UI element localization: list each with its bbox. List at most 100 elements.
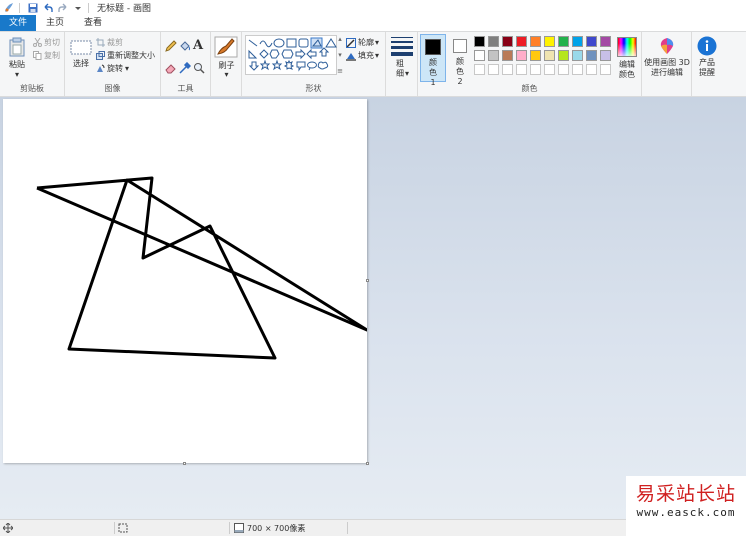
canvas-workspace [0,97,746,519]
outline-icon [346,37,356,48]
edit-colors-label: 编辑颜色 [619,60,635,79]
palette-swatch-empty[interactable] [572,64,583,75]
cut-button[interactable]: 剪切 [32,37,60,48]
selection-size-icon [118,520,128,536]
palette-swatch[interactable] [488,36,499,47]
chevron-down-icon[interactable]: ▾ [338,51,342,59]
rotate-icon [95,64,105,74]
product-alert-label: 产品提醒 [699,58,715,77]
resize-label: 重新调整大小 [107,51,155,60]
resize-icon [95,51,105,61]
palette-swatch[interactable] [586,36,597,47]
palette-swatch-empty[interactable] [544,64,555,75]
palette-swatch[interactable] [488,50,499,61]
size-group[interactable]: 粗细▾ [386,32,418,96]
palette-swatch-empty[interactable] [474,64,485,75]
size-label-text: 粗细 [395,59,404,78]
palette-swatch-empty[interactable] [530,64,541,75]
tools-group: A 工具 [161,32,211,96]
palette-swatch[interactable] [474,36,485,47]
shape-fill-icon [346,51,356,61]
magnifier-icon[interactable] [193,62,205,74]
paste-button[interactable]: 粘贴 ▾ [4,35,30,81]
palette-swatch[interactable] [586,50,597,61]
eraser-icon[interactable] [165,62,177,74]
chevron-up-icon[interactable]: ▴ [338,35,342,43]
scissors-icon [32,38,42,48]
product-alert-button[interactable]: 产品提醒 [692,32,722,96]
palette-swatch-empty[interactable] [488,64,499,75]
color-picker-icon[interactable] [179,61,192,74]
paint3d-button[interactable]: 使用画图 3D 进行编辑 [642,32,692,96]
palette-swatch-empty[interactable] [502,64,513,75]
palette-swatch[interactable] [600,36,611,47]
rotate-button[interactable]: 旋转 ▾ [95,63,129,74]
save-icon[interactable] [27,2,39,14]
color1-button[interactable]: 颜色 1 [420,34,446,87]
resize-handle-right[interactable] [366,279,369,282]
crop-icon [95,38,105,48]
brushes-group[interactable]: 刷子 ▾ [211,32,242,96]
color2-swatch [453,39,467,53]
palette-swatch[interactable] [544,50,555,61]
fill-icon[interactable] [179,40,191,52]
expand-icon[interactable]: ≡ [337,67,343,75]
title-bar: 无标题 - 画图 [0,0,746,15]
document-title: 无标题 - 画图 [97,4,151,14]
palette-swatch[interactable] [558,50,569,61]
palette-swatch[interactable] [558,36,569,47]
color-palette [474,36,618,80]
status-divider [229,522,230,534]
palette-swatch[interactable] [516,50,527,61]
resize-handle-corner[interactable] [366,462,369,465]
palette-swatch-empty[interactable] [558,64,569,75]
palette-swatch[interactable] [530,36,541,47]
palette-swatch[interactable] [516,36,527,47]
outline-label: 轮廓 [358,38,374,47]
color1-swatch [425,39,441,55]
color2-button[interactable]: 颜色 2 [448,34,474,86]
resize-handle-bottom[interactable] [183,462,186,465]
palette-swatch-empty[interactable] [516,64,527,75]
copy-button[interactable]: 复制 [32,50,60,61]
palette-swatch-empty[interactable] [600,64,611,75]
edit-colors-button[interactable]: 编辑颜色 [616,35,640,81]
fill-button[interactable]: 填充 ▾ [346,50,379,61]
shapes-gallery[interactable] [245,35,337,75]
palette-swatch[interactable] [530,50,541,61]
redo-icon[interactable] [57,2,69,14]
ribbon-tabs: 文件 主页 查看 [0,15,746,31]
palette-swatch[interactable] [502,36,513,47]
customize-dropdown-icon[interactable] [72,2,84,14]
color-spectrum-icon [617,37,637,57]
select-label: 选择 [73,59,89,68]
outline-button[interactable]: 轮廓 ▾ [346,37,379,48]
select-button[interactable]: 选择 [68,35,94,81]
tab-file[interactable]: 文件 [0,15,36,31]
palette-swatch-empty[interactable] [586,64,597,75]
paint3d-label: 使用画图 3D 进行编辑 [644,58,690,77]
drawing-canvas[interactable] [3,99,369,463]
palette-swatch[interactable] [502,50,513,61]
undo-icon[interactable] [42,2,54,14]
palette-swatch[interactable] [600,50,611,61]
tab-home[interactable]: 主页 [36,15,74,31]
watermark: 易采站长站 www.easck.com [626,476,746,536]
colors-group-label: 颜色 [521,84,538,93]
paint-app-icon[interactable] [3,2,15,14]
pencil-icon[interactable] [165,40,177,52]
canvas-size-text: 700 × 700像素 [247,523,306,533]
text-icon[interactable]: A [193,38,207,53]
crop-button[interactable]: 裁剪 [95,37,123,48]
palette-swatch[interactable] [572,50,583,61]
palette-swatch[interactable] [572,36,583,47]
palette-swatch[interactable] [544,36,555,47]
tab-view[interactable]: 查看 [74,15,112,31]
rotate-label: 旋转 [107,64,123,73]
canvas-drawing [36,176,369,360]
colors-group: 颜色 1 颜色 2 编辑颜色 颜色 [418,32,642,96]
palette-swatch[interactable] [474,50,485,61]
copy-label: 复制 [44,51,60,60]
resize-button[interactable]: 重新调整大小 [95,50,155,61]
shapes-scroll[interactable]: ▴ ▾ ≡ [337,35,343,75]
